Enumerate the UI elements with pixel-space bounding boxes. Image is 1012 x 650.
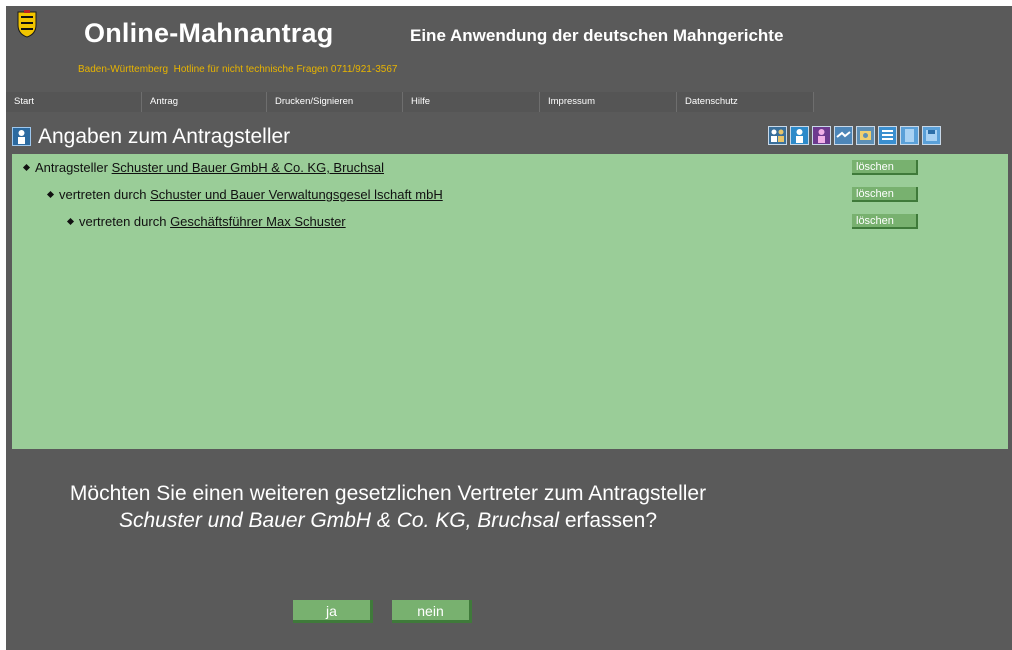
money-icon[interactable] <box>856 126 875 145</box>
app-title: Online-Mahnantrag <box>84 18 334 48</box>
section-title: Angaben zum Antragsteller <box>38 125 291 148</box>
entry-prefix: vertreten durch <box>79 214 167 229</box>
menu-datenschutz[interactable]: Datenschutz <box>677 92 814 112</box>
bullet-icon <box>46 190 55 199</box>
list-item: Antragsteller Schuster und Bauer GmbH & … <box>22 160 384 175</box>
bullet-icon <box>22 163 31 172</box>
document-icon[interactable] <box>900 126 919 145</box>
delete-button[interactable]: löschen <box>852 187 918 202</box>
main-menu: Start Antrag Drucken/Signieren Hilfe Imp… <box>6 92 818 112</box>
save-icon[interactable] <box>922 126 941 145</box>
menu-start[interactable]: Start <box>6 92 142 112</box>
entry-prefix: vertreten durch <box>59 187 147 202</box>
list-icon[interactable] <box>878 126 897 145</box>
menu-hilfe[interactable]: Hilfe <box>403 92 540 112</box>
list-item: vertreten durch Geschäftsführer Max Schu… <box>66 214 346 229</box>
list-item: vertreten durch Schuster und Bauer Verwa… <box>46 187 443 202</box>
section-toolbar <box>768 126 941 145</box>
app-frame: Online-Mahnantrag Eine Anwendung der deu… <box>6 6 1012 650</box>
coat-of-arms-icon <box>17 10 37 38</box>
person-icon[interactable] <box>790 126 809 145</box>
no-button[interactable]: nein <box>392 600 472 623</box>
menu-impressum[interactable]: Impressum <box>540 92 677 112</box>
menu-antrag[interactable]: Antrag <box>142 92 267 112</box>
representative-link[interactable]: Schuster und Bauer Verwaltungsgesel lsch… <box>150 187 443 202</box>
section-header: Angaben zum Antragsteller <box>6 124 1012 152</box>
managing-director-link[interactable]: Geschäftsführer Max Schuster <box>170 214 346 229</box>
applicant-icon <box>12 127 31 146</box>
applicant-name: Schuster und Bauer GmbH & Co. KG, Bruchs… <box>118 509 559 532</box>
applicant-panel: Antragsteller Schuster und Bauer GmbH & … <box>12 154 1008 449</box>
menu-drucken-signieren[interactable]: Drucken/Signieren <box>267 92 403 112</box>
yes-button[interactable]: ja <box>293 600 373 623</box>
bullet-icon <box>66 217 75 226</box>
handshake-icon[interactable] <box>834 126 853 145</box>
person-purple-icon[interactable] <box>812 126 831 145</box>
delete-button[interactable]: löschen <box>852 214 918 229</box>
entry-prefix: Antragsteller <box>35 160 108 175</box>
hotline-text: Baden-Württemberg Hotline für nicht tech… <box>78 64 398 75</box>
app-subtitle: Eine Anwendung der deutschen Mahngericht… <box>410 26 784 45</box>
delete-button[interactable]: löschen <box>852 160 918 175</box>
persons-icon[interactable] <box>768 126 787 145</box>
applicant-link[interactable]: Schuster und Bauer GmbH & Co. KG, Bruchs… <box>112 160 384 175</box>
question-text-start: Möchten Sie einen weiteren gesetzlichen … <box>69 482 707 505</box>
confirmation-question: Möchten Sie einen weiteren gesetzlichen … <box>68 480 708 534</box>
question-text-end: erfassen? <box>558 509 658 532</box>
